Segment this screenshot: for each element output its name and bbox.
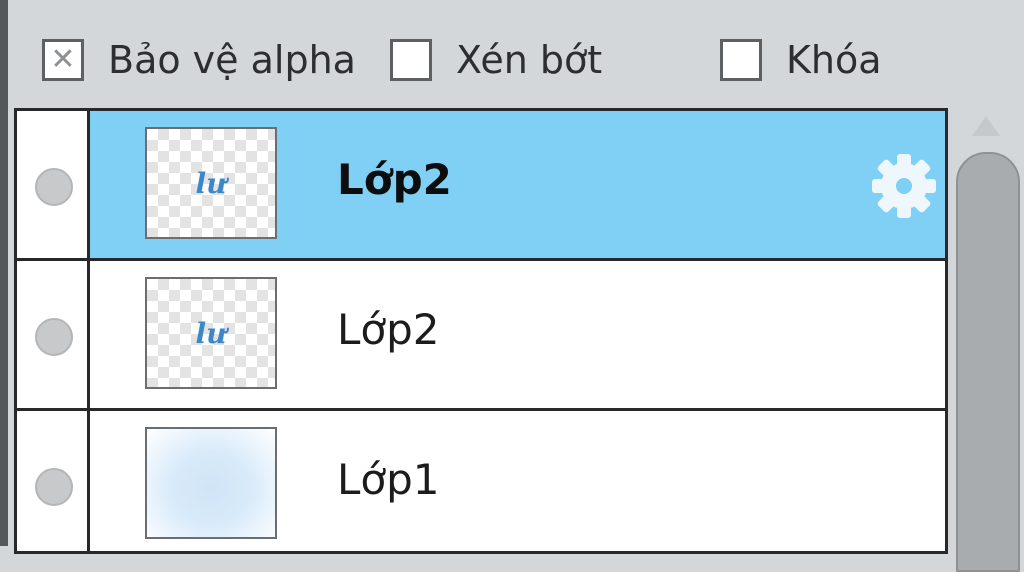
alpha-lock-label: Bảo vệ alpha: [108, 38, 356, 82]
eye-dot-icon[interactable]: [35, 318, 73, 356]
lock-checkbox[interactable]: [720, 39, 762, 81]
layer-row[interactable]: lư Lớp2: [17, 261, 945, 411]
layer-list: lư Lớp2 lư Lớp2 Lớp1: [14, 108, 948, 554]
layer-options-bar: ✕ Bảo vệ alpha Xén bớt Khóa: [8, 0, 1024, 108]
scroll-thumb[interactable]: [956, 152, 1020, 572]
layer-thumbnail: [145, 427, 277, 539]
visibility-column: [17, 261, 90, 408]
visibility-column: [17, 411, 90, 551]
lock-label: Khóa: [786, 38, 882, 82]
panel-left-edge: [0, 0, 8, 546]
clipping-option[interactable]: Xén bớt: [390, 34, 602, 86]
gear-icon[interactable]: [869, 151, 939, 221]
layer-thumbnail: lư: [145, 127, 277, 239]
layer-row[interactable]: lư Lớp2: [17, 111, 945, 261]
layer-row[interactable]: Lớp1: [17, 411, 945, 551]
alpha-lock-option[interactable]: ✕ Bảo vệ alpha: [42, 34, 356, 86]
clipping-label: Xén bớt: [456, 38, 603, 82]
alpha-lock-checkbox[interactable]: ✕: [42, 39, 84, 81]
layer-scrollbar[interactable]: [950, 108, 1024, 572]
visibility-column: [17, 111, 90, 258]
eye-dot-icon[interactable]: [35, 168, 73, 206]
eye-dot-icon[interactable]: [35, 468, 73, 506]
layer-name[interactable]: Lớp2: [337, 155, 452, 204]
scroll-up-arrow-icon[interactable]: [972, 116, 1000, 136]
lock-option[interactable]: Khóa: [720, 34, 882, 86]
layer-name[interactable]: Lớp1: [337, 455, 439, 504]
checkbox-x-icon: ✕: [50, 42, 76, 77]
clipping-checkbox[interactable]: [390, 39, 432, 81]
layer-name[interactable]: Lớp2: [337, 305, 439, 354]
layer-thumbnail: lư: [145, 277, 277, 389]
